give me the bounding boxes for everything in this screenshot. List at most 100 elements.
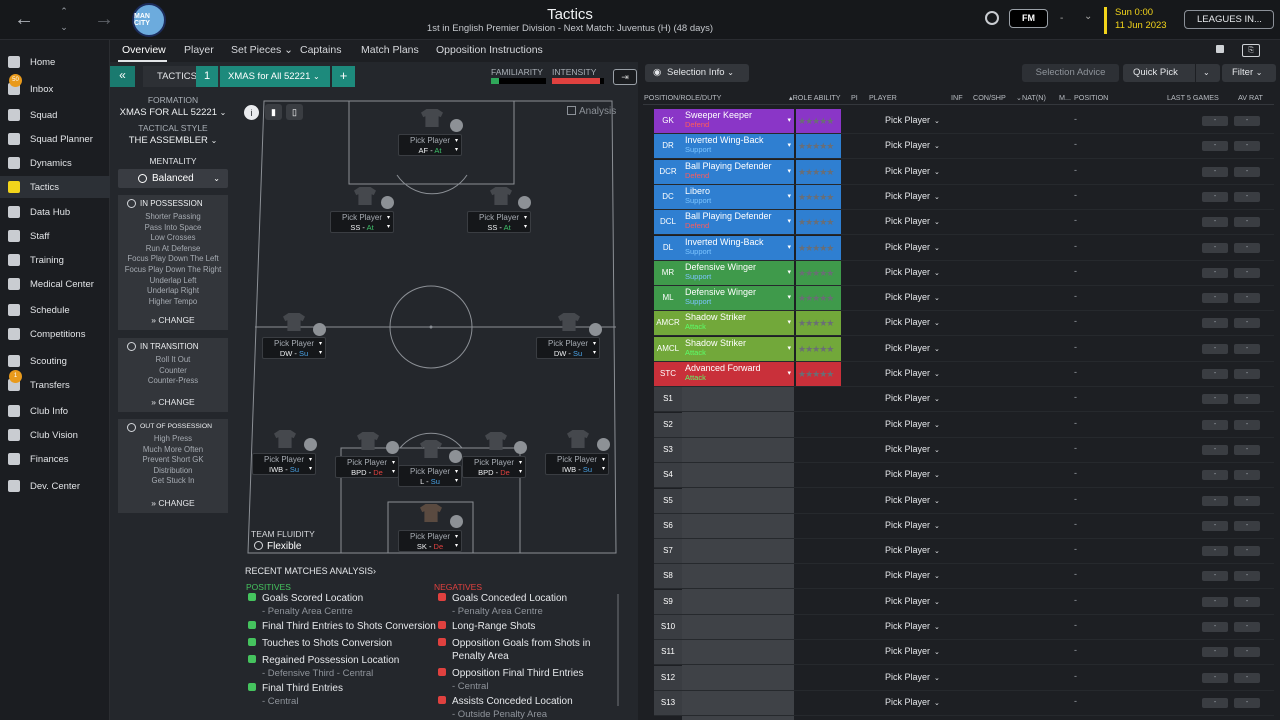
analysis-item[interactable]: Assists Conceded Location (438, 696, 573, 707)
pick-player-dropdown[interactable]: Pick Player ⌄ (885, 570, 940, 580)
role-duty-cell[interactable]: Advanced Forward Attack ▾ (682, 362, 794, 386)
sidebar-item-dynamics[interactable]: Dynamics (0, 152, 110, 174)
pick-player-dropdown[interactable]: Pick Player ⌄ (885, 115, 940, 125)
pick-player-dropdown[interactable]: Pick Player ⌄ (885, 520, 940, 530)
recent-matches-analysis-link[interactable]: RECENT MATCHES ANALYSIS› (245, 566, 376, 576)
table-row[interactable]: S7 Pick Player ⌄ - - - (654, 539, 1274, 565)
out-of-possession-change-button[interactable]: » CHANGE (118, 498, 228, 508)
header-role-ability[interactable]: ▴ROLE ABILITY (789, 93, 841, 102)
sidebar-item-staff[interactable]: Staff (0, 225, 110, 247)
analysis-item[interactable]: Opposition Goals from Shots in (438, 638, 590, 649)
pitch-player-card[interactable]: Pick Player BPD - De ▾ ▾ (462, 456, 526, 478)
chevron-down-icon[interactable]: ▾ (519, 468, 522, 475)
table-row[interactable]: MR Defensive Winger Support ▾ ★★★★★ Pick Play… (654, 260, 1274, 286)
role-duty-cell[interactable]: Shadow Striker Attack ▾ (682, 336, 794, 361)
tactic-number[interactable]: 1 (196, 66, 218, 87)
sidebar-item-squad[interactable]: Squad (0, 104, 110, 126)
header-nat[interactable]: ⌄NAT(N) (1016, 93, 1046, 102)
role-duty-cell[interactable]: Defensive Winger Support ▾ (682, 286, 794, 311)
in-transition-box[interactable]: IN TRANSITION Roll It Out Counter Counter-… (118, 338, 228, 412)
pick-player-dropdown[interactable]: Pick Player ⌄ (885, 621, 940, 631)
header-av-rat[interactable]: AV RAT (1238, 93, 1263, 102)
table-row[interactable]: S10 Pick Player ⌄ - - - (654, 615, 1274, 640)
chevron-down-icon[interactable]: ⌄ (1084, 11, 1092, 22)
chevron-down-icon[interactable]: ▾ (455, 533, 458, 540)
chevron-down-icon[interactable]: ▾ (602, 465, 605, 472)
role-duty-cell[interactable]: Defensive Winger Support ▾ (682, 260, 794, 285)
pick-player-dropdown[interactable]: Pick Player ⌄ (885, 419, 940, 429)
position-cell[interactable]: S7 (654, 539, 682, 564)
header-position-role-duty[interactable]: POSITION/ROLE/DUTY (644, 93, 721, 102)
table-row[interactable]: S3 Pick Player ⌄ - - - (654, 437, 1274, 463)
position-cell[interactable]: S11 (654, 640, 682, 665)
table-row[interactable]: STC Advanced Forward Attack ▾ ★★★★★ Pick Play… (654, 362, 1274, 387)
analysis-item[interactable]: Regained Possession Location (248, 655, 399, 666)
pick-player-dropdown[interactable]: Pick Player ⌄ (885, 267, 940, 277)
position-cell[interactable]: S2 (654, 412, 682, 437)
sidebar-item-tactics[interactable]: Tactics (0, 176, 110, 198)
pitch-player-card[interactable]: Pick Player SK - De ▾ ▾ (398, 530, 462, 552)
table-row[interactable]: AMCR Shadow Striker Attack ▾ ★★★★★ Pick Playe… (654, 311, 1274, 337)
pick-player-dropdown[interactable]: Pick Player ⌄ (885, 393, 940, 403)
pick-player-dropdown[interactable]: Pick Player ⌄ (885, 646, 940, 656)
sidebar-item-data-hub[interactable]: Data Hub (0, 201, 110, 223)
chevron-down-icon[interactable]: ▾ (602, 456, 605, 463)
analysis-item[interactable]: Final Third Entries to Shots Conversion (248, 621, 436, 632)
pick-player-dropdown[interactable]: Pick Player ⌄ (885, 343, 940, 353)
tactic-name-dropdown[interactable]: XMAS for All 52221 ⌄ (220, 66, 330, 87)
mentality-dropdown[interactable]: Balanced ⌄ (118, 169, 228, 188)
table-row[interactable]: S12 Pick Player ⌄ - - - (654, 665, 1274, 691)
chevron-down-icon[interactable]: ▾ (309, 465, 312, 472)
sidebar-item-competitions[interactable]: Competitions (0, 323, 110, 345)
position-cell[interactable]: S10 (654, 615, 682, 639)
table-row[interactable]: S13 Pick Player ⌄ - - - (654, 690, 1274, 716)
table-row[interactable]: S6 Pick Player ⌄ - - - (654, 513, 1274, 539)
table-row[interactable]: ML Defensive Winger Support ▾ ★★★★★ Pick Play… (654, 286, 1274, 312)
pick-player-dropdown[interactable]: Pick Player ⌄ (885, 469, 940, 479)
intensity-toggle-button[interactable]: ⇥ (613, 69, 637, 85)
table-row[interactable]: DCL Ball Playing Defender Defend ▾ ★★★★★ Pick… (654, 210, 1274, 236)
sidebar-item-transfers[interactable]: Transfers 1 (0, 370, 110, 396)
pitch-player-card[interactable]: Pick Player DW - Su ▾ ▾ (536, 337, 600, 359)
tactical-style-dropdown[interactable]: THE ASSEMBLER ⌄ (118, 135, 228, 146)
chevron-down-icon[interactable]: ▾ (319, 340, 322, 347)
pitch-player-card[interactable]: Pick Player AF - At ▾ ▾ (398, 134, 462, 156)
position-cell[interactable]: S12 (654, 665, 682, 690)
selection-info-dropdown[interactable]: ◉ Selection Info ⌄ (645, 64, 749, 82)
position-cell[interactable]: S5 (654, 488, 682, 513)
analysis-item[interactable]: Touches to Shots Conversion (248, 638, 392, 649)
chevron-down-icon[interactable]: ▾ (392, 459, 395, 466)
role-duty-cell[interactable]: Shadow Striker Attack ▾ (682, 311, 794, 336)
role-duty-cell[interactable]: Libero Support ▾ (682, 184, 794, 209)
sidebar-item-scouting[interactable]: Scouting (0, 350, 110, 372)
role-duty-cell[interactable]: Inverted Wing-Back Support ▾ (682, 235, 794, 260)
pick-player-dropdown[interactable]: Pick Player ⌄ (885, 596, 940, 606)
selection-advice-button[interactable]: Selection Advice (1022, 64, 1119, 82)
position-cell[interactable]: ML (654, 286, 682, 311)
pitch-player-card[interactable]: Pick Player IWB - Su ▾ ▾ (545, 453, 609, 475)
chevron-down-icon[interactable]: ▾ (387, 223, 390, 230)
pick-player-dropdown[interactable]: Pick Player ⌄ (885, 140, 940, 150)
analysis-item[interactable]: Goals Conceded Location (438, 593, 567, 604)
analysis-item[interactable]: Long-Range Shots (438, 621, 535, 632)
chevron-down-icon[interactable]: ▾ (593, 349, 596, 356)
pick-player-dropdown[interactable]: Pick Player ⌄ (885, 697, 940, 707)
position-cell[interactable]: DCR (654, 159, 682, 184)
collapse-button[interactable]: « (110, 66, 135, 87)
position-cell[interactable]: S3 (654, 437, 682, 462)
filter-button[interactable]: Filter ⌄ (1222, 64, 1276, 82)
table-row[interactable]: DCR Ball Playing Defender Defend ▾ ★★★★★ Pick… (654, 159, 1274, 185)
position-cell[interactable]: STC (654, 362, 682, 386)
sidebar-item-schedule[interactable]: Schedule (0, 299, 110, 321)
pick-player-dropdown[interactable]: Pick Player ⌄ (885, 292, 940, 302)
position-cell[interactable]: S6 (654, 513, 682, 538)
pick-player-dropdown[interactable]: Pick Player ⌄ (885, 495, 940, 505)
role-duty-cell[interactable]: Inverted Wing-Back Support ▾ (682, 134, 794, 159)
sidebar-item-medical-center[interactable]: Medical Center (0, 273, 110, 295)
in-possession-change-button[interactable]: » CHANGE (118, 315, 228, 325)
table-row[interactable]: AMCL Shadow Striker Attack ▾ ★★★★★ Pick Playe… (654, 336, 1274, 362)
pitch-player-card[interactable]: Pick Player L - Su ▾ ▾ (398, 465, 462, 487)
pick-player-dropdown[interactable]: Pick Player ⌄ (885, 216, 940, 226)
position-cell[interactable]: AMCR (654, 311, 682, 336)
pitch-player-card[interactable]: Pick Player IWB - Su ▾ ▾ (252, 453, 316, 475)
